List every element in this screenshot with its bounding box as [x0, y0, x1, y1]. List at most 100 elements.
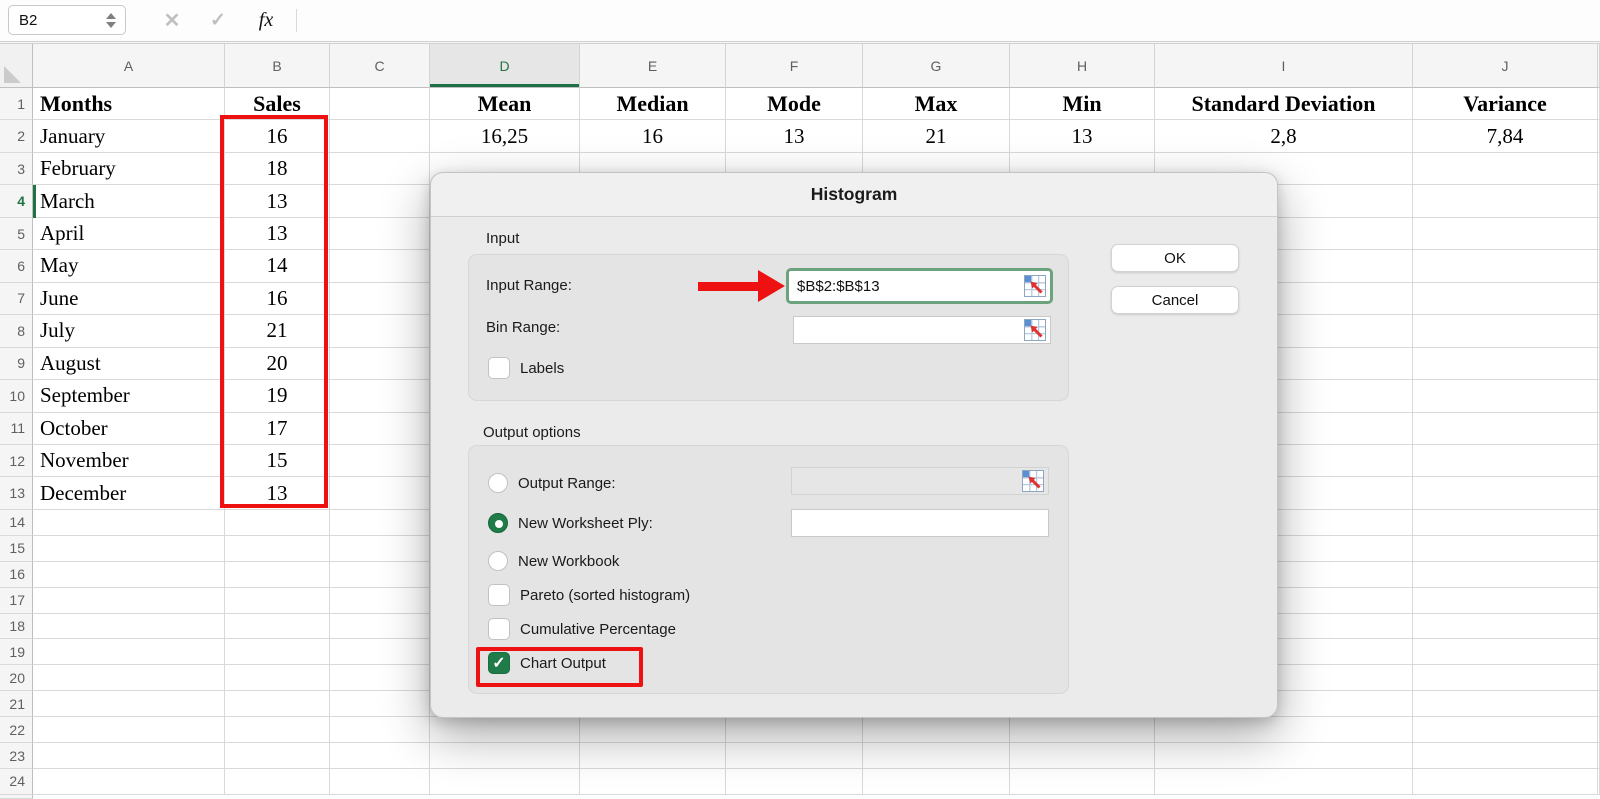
cell-C8[interactable]	[330, 315, 430, 347]
cell-A10[interactable]: September	[33, 380, 225, 412]
col-header-D[interactable]: D	[430, 44, 580, 88]
cell-A7[interactable]: June	[33, 283, 225, 315]
cell-J11[interactable]	[1413, 413, 1598, 445]
col-header-C[interactable]: C	[330, 44, 430, 88]
row-header-23[interactable]: 23	[0, 743, 33, 769]
cell-J9[interactable]	[1413, 348, 1598, 380]
cell-G1[interactable]: Max	[863, 88, 1010, 120]
cell-J2[interactable]: 7,84	[1413, 120, 1598, 152]
cell-B5[interactable]: 13	[225, 218, 330, 250]
row-header-5[interactable]: 5	[0, 218, 33, 250]
cell-G24[interactable]	[863, 769, 1010, 795]
cell-A13[interactable]: December	[33, 477, 225, 509]
row-header-12[interactable]: 12	[0, 445, 33, 477]
cell-C17[interactable]	[330, 588, 430, 614]
row-header-4[interactable]: 4	[0, 185, 33, 217]
row-header-3[interactable]: 3	[0, 153, 33, 185]
cell-A21[interactable]	[33, 691, 225, 717]
cell-J16[interactable]	[1413, 562, 1598, 588]
row-header-24[interactable]: 24	[0, 769, 33, 795]
cell-A19[interactable]	[33, 639, 225, 665]
cell-A20[interactable]	[33, 665, 225, 691]
cell-B15[interactable]	[225, 536, 330, 562]
cell-E23[interactable]	[580, 743, 726, 769]
cell-J14[interactable]	[1413, 510, 1598, 536]
cell-D23[interactable]	[430, 743, 580, 769]
cell-C2[interactable]	[330, 120, 430, 152]
cell-A11[interactable]: October	[33, 413, 225, 445]
cell-B2[interactable]: 16	[225, 120, 330, 152]
cell-C9[interactable]	[330, 348, 430, 380]
cell-B12[interactable]: 15	[225, 445, 330, 477]
row-header-2[interactable]: 2	[0, 120, 33, 152]
cell-E1[interactable]: Median	[580, 88, 726, 120]
row-header-11[interactable]: 11	[0, 413, 33, 445]
cell-J18[interactable]	[1413, 614, 1598, 640]
cell-D2[interactable]: 16,25	[430, 120, 580, 152]
cell-A2[interactable]: January	[33, 120, 225, 152]
cell-F22[interactable]	[726, 717, 863, 743]
row-header-7[interactable]: 7	[0, 283, 33, 315]
cell-B24[interactable]	[225, 769, 330, 795]
cell-C19[interactable]	[330, 639, 430, 665]
cell-A4[interactable]: March	[33, 185, 225, 217]
cell-D24[interactable]	[430, 769, 580, 795]
cell-C6[interactable]	[330, 250, 430, 282]
insert-function-icon[interactable]: fx	[248, 0, 284, 41]
cell-F1[interactable]: Mode	[726, 88, 863, 120]
row-header-1[interactable]: 1	[0, 88, 33, 120]
cell-B16[interactable]	[225, 562, 330, 588]
cumulative-percentage-checkbox[interactable]	[488, 618, 510, 640]
cell-J4[interactable]	[1413, 185, 1598, 217]
col-header-A[interactable]: A	[33, 44, 225, 88]
row-header-17[interactable]: 17	[0, 588, 33, 614]
cell-D1[interactable]: Mean	[430, 88, 580, 120]
cell-A12[interactable]: November	[33, 445, 225, 477]
cell-B4[interactable]: 13	[225, 185, 330, 217]
cell-B1[interactable]: Sales	[225, 88, 330, 120]
cell-C15[interactable]	[330, 536, 430, 562]
cell-J5[interactable]	[1413, 218, 1598, 250]
cell-I1[interactable]: Standard Deviation	[1155, 88, 1413, 120]
cell-C11[interactable]	[330, 413, 430, 445]
row-header-19[interactable]: 19	[0, 639, 33, 665]
name-box[interactable]: B2	[8, 5, 126, 35]
row-header-9[interactable]: 9	[0, 348, 33, 380]
row-header-21[interactable]: 21	[0, 691, 33, 717]
range-picker-icon[interactable]	[1022, 470, 1044, 492]
cell-J13[interactable]	[1413, 477, 1598, 509]
cell-B22[interactable]	[225, 717, 330, 743]
range-picker-icon[interactable]	[1024, 319, 1046, 341]
row-header-8[interactable]: 8	[0, 315, 33, 347]
cell-A16[interactable]	[33, 562, 225, 588]
cell-A18[interactable]	[33, 614, 225, 640]
cell-B13[interactable]: 13	[225, 477, 330, 509]
cell-B9[interactable]: 20	[225, 348, 330, 380]
row-header-15[interactable]: 15	[0, 536, 33, 562]
cell-J20[interactable]	[1413, 665, 1598, 691]
cell-E22[interactable]	[580, 717, 726, 743]
labels-checkbox[interactable]	[488, 357, 510, 379]
cell-J22[interactable]	[1413, 717, 1598, 743]
cell-J8[interactable]	[1413, 315, 1598, 347]
cell-B3[interactable]: 18	[225, 153, 330, 185]
cell-A8[interactable]: July	[33, 315, 225, 347]
cell-C10[interactable]	[330, 380, 430, 412]
col-header-F[interactable]: F	[726, 44, 863, 88]
cell-G23[interactable]	[863, 743, 1010, 769]
cell-J12[interactable]	[1413, 445, 1598, 477]
cell-A5[interactable]: April	[33, 218, 225, 250]
cell-C22[interactable]	[330, 717, 430, 743]
cell-A15[interactable]	[33, 536, 225, 562]
formula-bar-input[interactable]	[300, 0, 1600, 41]
select-all-corner[interactable]	[0, 44, 33, 88]
cell-H2[interactable]: 13	[1010, 120, 1155, 152]
cell-B11[interactable]: 17	[225, 413, 330, 445]
cell-B7[interactable]: 16	[225, 283, 330, 315]
cell-B19[interactable]	[225, 639, 330, 665]
cell-C7[interactable]	[330, 283, 430, 315]
cell-C16[interactable]	[330, 562, 430, 588]
cell-J21[interactable]	[1413, 691, 1598, 717]
cell-J6[interactable]	[1413, 250, 1598, 282]
row-header-20[interactable]: 20	[0, 665, 33, 691]
